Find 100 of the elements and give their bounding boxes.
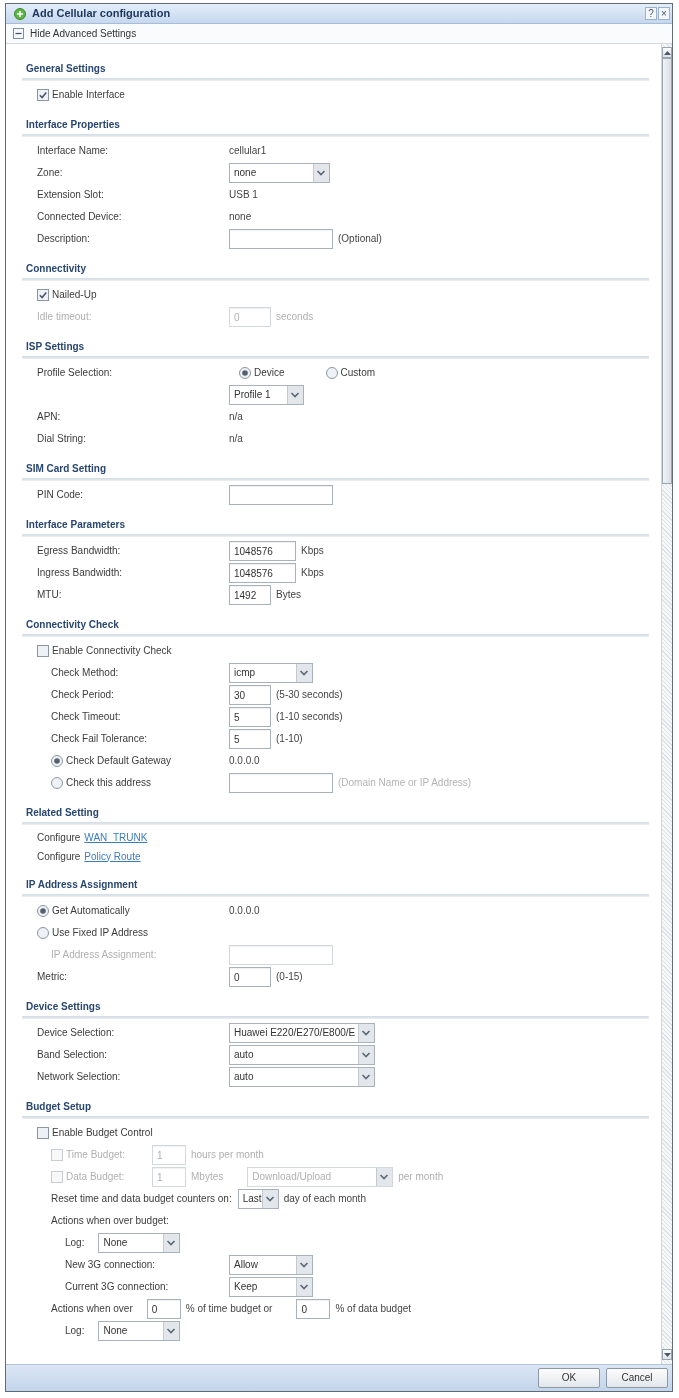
dropdown[interactable]: Last xyxy=(237,1189,279,1209)
dropdown[interactable]: None xyxy=(98,1321,181,1341)
dropdown[interactable]: None xyxy=(98,1233,181,1253)
scrollbar-thumb[interactable] xyxy=(662,58,672,484)
chevron-down-icon[interactable] xyxy=(163,1234,180,1252)
field-label: MTU: xyxy=(37,589,62,600)
text-field[interactable] xyxy=(229,229,333,249)
dropdown[interactable]: auto xyxy=(229,1067,375,1087)
section-heading: IP Address Assignment xyxy=(26,878,138,892)
value-text: day of each month xyxy=(283,1193,366,1205)
radio-button[interactable] xyxy=(37,927,49,939)
text-field[interactable]: 5 xyxy=(229,729,271,749)
value-text: (1-10) xyxy=(276,733,303,745)
hint-text: (Domain Name or IP Address) xyxy=(338,777,472,789)
dropdown[interactable]: none xyxy=(229,163,330,183)
value-text: seconds xyxy=(276,311,314,323)
value-text: (1-10 seconds) xyxy=(276,711,343,723)
field-label: Network Selection: xyxy=(37,1071,121,1082)
text-field[interactable]: 0 xyxy=(146,1299,181,1319)
section-heading: Interface Properties xyxy=(26,118,120,132)
text-field[interactable]: 1492 xyxy=(229,585,271,605)
radio-button[interactable] xyxy=(51,755,63,767)
value-text: Mbytes xyxy=(191,1171,224,1183)
radio-button[interactable] xyxy=(239,367,251,379)
chevron-down-icon[interactable] xyxy=(163,1322,180,1340)
ok-button[interactable]: OK xyxy=(538,1368,600,1388)
chevron-down-icon[interactable] xyxy=(296,664,312,682)
text-field[interactable]: 1048576 xyxy=(229,541,296,561)
minus-square-icon xyxy=(13,28,24,39)
checkbox[interactable] xyxy=(37,1127,49,1139)
field-label: APN: xyxy=(37,411,61,422)
field-label: Log: xyxy=(65,1237,85,1248)
text-field[interactable] xyxy=(229,945,333,965)
text-field[interactable] xyxy=(229,773,333,793)
field-label: Extension Slot: xyxy=(37,189,104,200)
settings-link[interactable]: WAN_TRUNK xyxy=(84,831,148,844)
value-text: Kbps xyxy=(301,567,324,579)
field-label: Zone: xyxy=(37,167,63,178)
field-label: Connected Device: xyxy=(37,211,122,222)
caret-up-icon xyxy=(663,50,671,55)
chevron-down-icon[interactable] xyxy=(287,386,303,404)
checkbox-label: Enable Connectivity Check xyxy=(52,645,172,657)
dropdown[interactable]: Huawei E220/E270/E800/E xyxy=(229,1023,375,1043)
field-label: Check Period: xyxy=(51,689,114,700)
chevron-down-icon[interactable] xyxy=(358,1068,374,1086)
field-label: PIN Code: xyxy=(37,489,84,500)
chevron-down-icon[interactable] xyxy=(313,164,329,182)
radio-label: Use Fixed IP Address xyxy=(52,927,148,939)
section-heading: Connectivity xyxy=(26,262,86,276)
text-field[interactable]: 5 xyxy=(229,707,271,727)
scroll-up-button[interactable] xyxy=(662,47,672,58)
chevron-down-icon[interactable] xyxy=(358,1024,374,1042)
field-label: Actions when over xyxy=(51,1303,133,1314)
dropdown[interactable]: Profile 1 xyxy=(229,385,304,405)
radio-button[interactable] xyxy=(325,367,338,379)
value-text: n/a xyxy=(229,411,243,423)
value-text: 0.0.0.0 xyxy=(229,905,260,917)
chevron-down-icon[interactable] xyxy=(296,1278,312,1296)
text-field[interactable]: 0 xyxy=(229,967,271,987)
text-field[interactable]: 0 xyxy=(296,1299,331,1319)
settings-link[interactable]: Policy Route xyxy=(84,850,141,863)
chevron-down-icon[interactable] xyxy=(296,1256,312,1274)
chevron-down-icon[interactable] xyxy=(376,1168,393,1186)
field-label: Check Timeout: xyxy=(51,711,121,722)
checkbox-label: Nailed-Up xyxy=(52,289,98,301)
checkbox[interactable] xyxy=(37,289,49,301)
field-label: Ingress Bandwidth: xyxy=(37,567,123,578)
chevron-down-icon[interactable] xyxy=(358,1046,374,1064)
radio-button[interactable] xyxy=(51,777,63,789)
text-field[interactable] xyxy=(229,485,333,505)
advanced-settings-toggle[interactable]: Hide Advanced Settings xyxy=(13,27,137,40)
section-heading: Related Setting xyxy=(26,806,99,820)
checkbox[interactable] xyxy=(37,645,49,657)
text-field[interactable]: 30 xyxy=(229,685,271,705)
field-label: Configure xyxy=(37,831,81,844)
section-heading: Device Settings xyxy=(26,1000,101,1014)
radio-label: Check Default Gateway xyxy=(66,755,172,767)
checkbox[interactable] xyxy=(37,89,49,101)
dropdown[interactable]: Allow xyxy=(229,1255,313,1275)
plus-circle-icon xyxy=(14,7,26,20)
checkbox-label: Data Budget: xyxy=(66,1171,126,1183)
caret-down-icon xyxy=(663,1352,671,1357)
checkbox-label: Enable Budget Control xyxy=(52,1127,153,1139)
dropdown[interactable]: auto xyxy=(229,1045,375,1065)
cancel-button[interactable]: Cancel xyxy=(606,1368,668,1388)
radio-button[interactable] xyxy=(37,905,49,917)
field-label: IP Address Assignment: xyxy=(51,949,157,960)
radio-label: Check this address xyxy=(66,777,152,789)
chevron-down-icon[interactable] xyxy=(261,1190,278,1208)
field-label: Device Selection: xyxy=(37,1027,115,1038)
dropdown[interactable]: icmp xyxy=(229,663,313,683)
close-button[interactable]: × xyxy=(658,7,670,20)
help-button[interactable]: ? xyxy=(645,7,657,20)
scroll-down-button[interactable] xyxy=(662,1349,672,1360)
dropdown[interactable]: Keep xyxy=(229,1277,313,1297)
field-label: Egress Bandwidth: xyxy=(37,545,121,556)
section-heading: Budget Setup xyxy=(26,1100,91,1114)
text-field[interactable]: 1048576 xyxy=(229,563,296,583)
field-label: Idle timeout: xyxy=(37,311,92,322)
radio-label: Get Automatically xyxy=(52,905,130,917)
